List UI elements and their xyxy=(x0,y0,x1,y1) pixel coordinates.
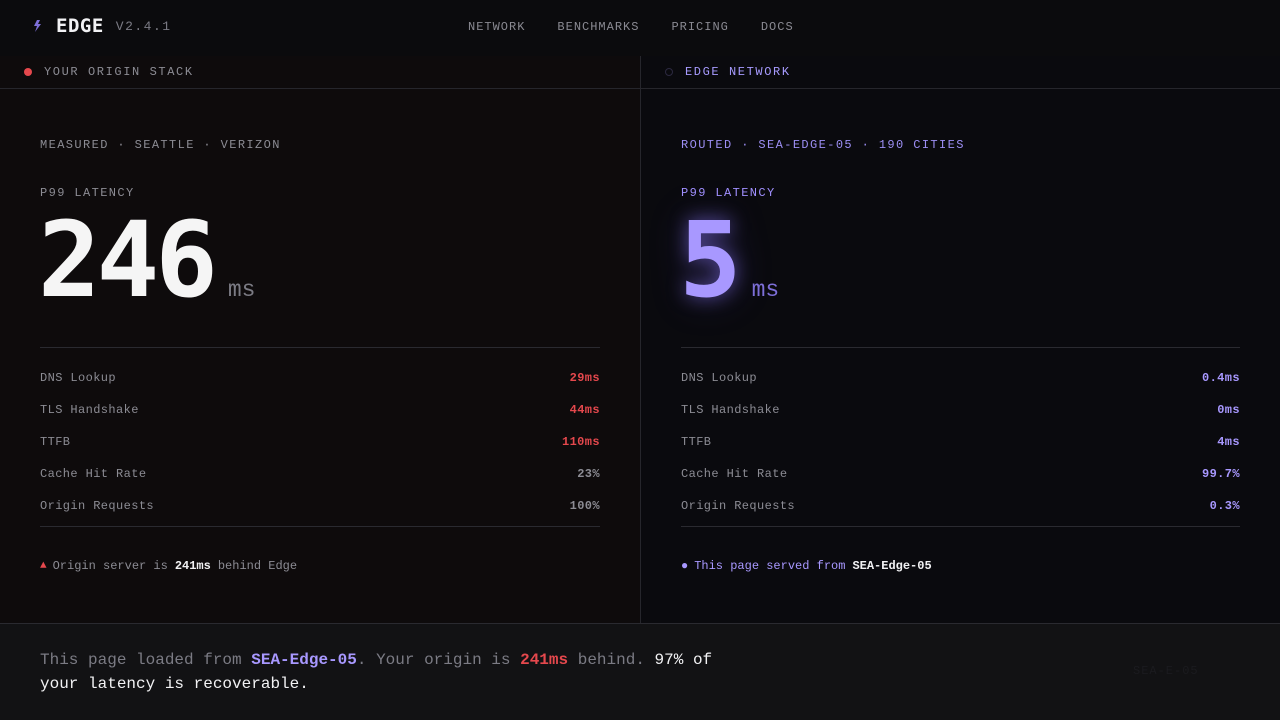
edge-note: ● This page served from SEA-Edge-05 xyxy=(681,559,939,573)
edge-metric-label: P99 LATENCY xyxy=(681,186,776,200)
edge-panel: EDGE NETWORK ROUTED · SEA-EDGE-05 · 190 … xyxy=(641,56,1280,623)
divider xyxy=(681,526,1240,527)
edge-note-prefix: This page served from xyxy=(694,559,846,573)
stat-row: TLS Handshake 44ms xyxy=(40,403,600,435)
stat-value: 110ms xyxy=(561,435,600,449)
stat-name: Cache Hit Rate xyxy=(40,467,147,481)
brand[interactable]: EDGE V2.4.1 xyxy=(30,15,172,37)
origin-note: ▲ Origin server is 241ms behind Edge xyxy=(40,559,297,573)
stat-value: 99.7% xyxy=(1201,467,1240,481)
edge-latency: 5 ms xyxy=(679,204,779,316)
stat-value: 4ms xyxy=(1217,435,1240,449)
edge-note-value: SEA-Edge-05 xyxy=(852,559,932,573)
edge-panel-title: EDGE NETWORK xyxy=(685,65,791,79)
divider xyxy=(40,526,600,527)
nav-benchmarks[interactable]: BENCHMARKS xyxy=(557,20,639,34)
stat-name: TTFB xyxy=(681,435,712,449)
edge-latency-value: 5 xyxy=(679,199,742,321)
stat-row: Cache Hit Rate 23% xyxy=(40,467,600,499)
stat-name: Cache Hit Rate xyxy=(681,467,788,481)
nav-pricing[interactable]: PRICING xyxy=(671,20,728,34)
brand-name: EDGE xyxy=(56,15,104,37)
stat-row: Cache Hit Rate 99.7% xyxy=(681,467,1240,499)
status-dot-icon xyxy=(665,68,673,76)
origin-panel: YOUR ORIGIN STACK MEASURED · SEATTLE · V… xyxy=(0,56,640,623)
stat-row: DNS Lookup 29ms xyxy=(40,371,600,403)
stat-value: 0ms xyxy=(1217,403,1240,417)
version-label: V2.4.1 xyxy=(115,18,172,34)
origin-note-prefix: Origin server is xyxy=(52,559,168,573)
stat-row: DNS Lookup 0.4ms xyxy=(681,371,1240,403)
top-bar: EDGE V2.4.1 NETWORK BENCHMARKS PRICING D… xyxy=(0,0,1280,56)
stat-value: 0.4ms xyxy=(1201,371,1240,385)
origin-note-value: 241ms xyxy=(174,559,211,573)
main-nav: NETWORK BENCHMARKS PRICING DOCS xyxy=(468,20,826,34)
stat-row: TLS Handshake 0ms xyxy=(681,403,1240,435)
stat-name: TLS Handshake xyxy=(681,403,780,417)
status-dot-icon xyxy=(24,68,32,76)
origin-latency: 246 ms xyxy=(38,204,255,316)
nav-network[interactable]: NETWORK xyxy=(468,20,525,34)
summary-delta: 241ms xyxy=(520,651,569,669)
edge-latency-unit: ms xyxy=(751,277,780,303)
summary-footer: This page loaded from SEA-Edge-05. Your … xyxy=(0,623,1280,720)
edge-meta: ROUTED · SEA-EDGE-05 · 190 CITIES xyxy=(681,138,965,152)
edge-panel-header: EDGE NETWORK xyxy=(641,56,1280,89)
origin-panel-header: YOUR ORIGIN STACK xyxy=(0,56,640,89)
edge-stats: DNS Lookup 0.4ms TLS Handshake 0ms TTFB … xyxy=(681,371,1240,531)
origin-stats: DNS Lookup 29ms TLS Handshake 44ms TTFB … xyxy=(40,371,600,531)
stat-value: 23% xyxy=(577,467,600,481)
summary-node: SEA-Edge-05 xyxy=(251,651,357,669)
stat-name: TTFB xyxy=(40,435,71,449)
nav-docs[interactable]: DOCS xyxy=(761,20,794,34)
stat-row: TTFB 4ms xyxy=(681,435,1240,467)
bolt-icon xyxy=(30,19,44,33)
summary-part1: This page loaded from xyxy=(40,651,252,669)
warning-triangle-icon: ▲ xyxy=(40,560,47,572)
origin-metric-label: P99 LATENCY xyxy=(40,186,135,200)
summary-text: This page loaded from SEA-Edge-05. Your … xyxy=(40,648,720,696)
stat-value: 29ms xyxy=(569,371,600,385)
origin-meta: MEASURED · SEATTLE · VERIZON xyxy=(40,138,281,152)
divider xyxy=(681,347,1240,348)
origin-note-suffix: behind Edge xyxy=(217,559,298,573)
footer-ghost-label: SEA-E-05 xyxy=(1133,664,1199,678)
stat-row: TTFB 110ms xyxy=(40,435,600,467)
summary-part3: behind. xyxy=(568,651,655,669)
bullet-icon: ● xyxy=(681,559,689,573)
stat-value: 44ms xyxy=(569,403,600,417)
origin-latency-unit: ms xyxy=(227,277,256,303)
summary-part2: . Your origin is xyxy=(356,651,521,669)
stat-name: TLS Handshake xyxy=(40,403,139,417)
origin-latency-value: 246 xyxy=(38,199,218,321)
origin-panel-title: YOUR ORIGIN STACK xyxy=(44,65,194,79)
divider xyxy=(40,347,600,348)
stat-name: DNS Lookup xyxy=(40,371,117,385)
stat-name: DNS Lookup xyxy=(681,371,758,385)
